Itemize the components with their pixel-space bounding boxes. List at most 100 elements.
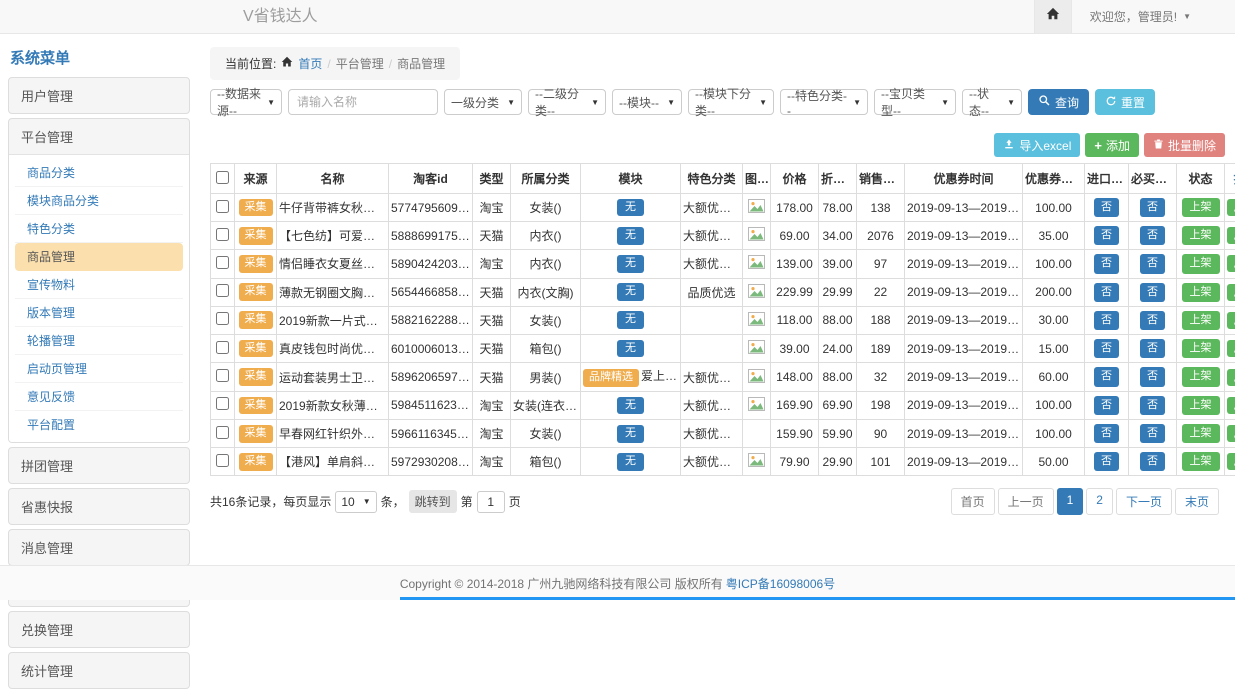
must-buy-toggle[interactable]: 否 xyxy=(1140,367,1165,386)
module-badge[interactable]: 无 xyxy=(617,425,644,443)
must-buy-toggle[interactable]: 否 xyxy=(1140,283,1165,302)
sidebar-item-拼团管理[interactable]: 拼团管理 xyxy=(9,448,189,483)
module-sub-category-select[interactable]: --模块下分类--▼ xyxy=(688,89,774,115)
status-button[interactable]: 上架 xyxy=(1182,339,1220,358)
import-select-toggle[interactable]: 否 xyxy=(1094,424,1119,443)
breadcrumb-home-link[interactable]: 首页 xyxy=(298,55,322,72)
per-page-select[interactable]: 10 ▼ xyxy=(335,491,376,513)
pager-1[interactable]: 1 xyxy=(1057,488,1084,515)
module-badge[interactable]: 无 xyxy=(617,199,644,217)
row-checkbox[interactable] xyxy=(216,228,229,241)
edit-button[interactable] xyxy=(1227,397,1235,414)
must-buy-toggle[interactable]: 否 xyxy=(1140,339,1165,358)
edit-button[interactable] xyxy=(1227,369,1235,386)
item-type-select[interactable]: --宝贝类型--▼ xyxy=(874,89,956,115)
import-select-toggle[interactable]: 否 xyxy=(1094,396,1119,415)
sidebar-item-省惠快报[interactable]: 省惠快报 xyxy=(9,489,189,524)
row-checkbox[interactable] xyxy=(216,454,229,467)
status-button[interactable]: 上架 xyxy=(1182,452,1220,471)
row-checkbox[interactable] xyxy=(216,426,229,439)
must-buy-toggle[interactable]: 否 xyxy=(1140,226,1165,245)
import-excel-button[interactable]: 导入excel xyxy=(994,133,1080,157)
module-badge[interactable]: 无 xyxy=(617,340,644,358)
breadcrumb-item-platform[interactable]: 平台管理 xyxy=(336,55,384,72)
sidebar-subitem-启动页管理[interactable]: 启动页管理 xyxy=(15,355,183,383)
module-badge[interactable]: 无 xyxy=(617,255,644,273)
edit-button[interactable] xyxy=(1227,312,1235,329)
row-checkbox[interactable] xyxy=(216,369,229,382)
search-button[interactable]: 查询 xyxy=(1028,89,1089,115)
pager-上一页[interactable]: 上一页 xyxy=(998,488,1054,515)
status-button[interactable]: 上架 xyxy=(1182,367,1220,386)
must-buy-toggle[interactable]: 否 xyxy=(1140,424,1165,443)
user-menu[interactable]: 欢迎您，管理员! ▼ xyxy=(1072,0,1235,33)
module-select[interactable]: --模块--▼ xyxy=(612,89,682,115)
module-badge[interactable]: 无 xyxy=(617,227,644,245)
sidebar-subitem-版本管理[interactable]: 版本管理 xyxy=(15,299,183,327)
edit-button[interactable] xyxy=(1227,340,1235,357)
edit-button[interactable] xyxy=(1227,425,1235,442)
must-buy-toggle[interactable]: 否 xyxy=(1140,452,1165,471)
import-select-toggle[interactable]: 否 xyxy=(1094,452,1119,471)
row-checkbox[interactable] xyxy=(216,256,229,269)
row-checkbox[interactable] xyxy=(216,200,229,213)
pager-首页[interactable]: 首页 xyxy=(951,488,995,515)
sidebar-subitem-商品管理[interactable]: 商品管理 xyxy=(15,243,183,271)
add-button[interactable]: + 添加 xyxy=(1085,133,1139,157)
sidebar-item-平台管理[interactable]: 平台管理 xyxy=(9,119,189,154)
must-buy-toggle[interactable]: 否 xyxy=(1140,254,1165,273)
edit-button[interactable] xyxy=(1227,453,1235,470)
edit-button[interactable] xyxy=(1227,255,1235,272)
module-badge[interactable]: 无 xyxy=(617,311,644,329)
import-select-toggle[interactable]: 否 xyxy=(1094,198,1119,217)
feature-category-select[interactable]: --特色分类--▼ xyxy=(780,89,868,115)
jump-button[interactable]: 跳转到 xyxy=(409,490,457,513)
row-checkbox[interactable] xyxy=(216,312,229,325)
icp-link[interactable]: 粤ICP备16098006号 xyxy=(726,575,835,592)
module-badge[interactable]: 无 xyxy=(617,397,644,415)
row-checkbox[interactable] xyxy=(216,284,229,297)
must-buy-toggle[interactable]: 否 xyxy=(1140,396,1165,415)
home-button[interactable] xyxy=(1034,0,1072,33)
pager-末页[interactable]: 末页 xyxy=(1175,488,1219,515)
import-select-toggle[interactable]: 否 xyxy=(1094,311,1119,330)
sidebar-item-用户管理[interactable]: 用户管理 xyxy=(9,78,189,113)
status-button[interactable]: 上架 xyxy=(1182,311,1220,330)
edit-button[interactable] xyxy=(1227,199,1235,216)
batch-delete-button[interactable]: 批量删除 xyxy=(1144,133,1225,157)
import-select-toggle[interactable]: 否 xyxy=(1094,226,1119,245)
status-button[interactable]: 上架 xyxy=(1182,424,1220,443)
sidebar-subitem-特色分类[interactable]: 特色分类 xyxy=(15,215,183,243)
status-button[interactable]: 上架 xyxy=(1182,396,1220,415)
sidebar-subitem-平台配置[interactable]: 平台配置 xyxy=(15,411,183,438)
module-badge[interactable]: 无 xyxy=(617,283,644,301)
import-select-toggle[interactable]: 否 xyxy=(1094,367,1119,386)
sidebar-subitem-模块商品分类[interactable]: 模块商品分类 xyxy=(15,187,183,215)
module-badge[interactable]: 品牌精选 xyxy=(583,369,639,387)
sidebar-subitem-轮播管理[interactable]: 轮播管理 xyxy=(15,327,183,355)
import-select-toggle[interactable]: 否 xyxy=(1094,254,1119,273)
edit-button[interactable] xyxy=(1227,284,1235,301)
must-buy-toggle[interactable]: 否 xyxy=(1140,311,1165,330)
import-select-toggle[interactable]: 否 xyxy=(1094,339,1119,358)
pager-下一页[interactable]: 下一页 xyxy=(1116,488,1172,515)
status-select[interactable]: --状态--▼ xyxy=(962,89,1022,115)
page-number-input[interactable] xyxy=(477,491,505,513)
status-button[interactable]: 上架 xyxy=(1182,198,1220,217)
import-select-toggle[interactable]: 否 xyxy=(1094,283,1119,302)
status-button[interactable]: 上架 xyxy=(1182,226,1220,245)
status-button[interactable]: 上架 xyxy=(1182,283,1220,302)
data-source-select[interactable]: --数据来源--▼ xyxy=(210,89,282,115)
name-input[interactable] xyxy=(288,89,438,115)
level2-category-select[interactable]: --二级分类--▼ xyxy=(528,89,606,115)
sidebar-item-消息管理[interactable]: 消息管理 xyxy=(9,530,189,565)
module-badge[interactable]: 无 xyxy=(617,453,644,471)
status-button[interactable]: 上架 xyxy=(1182,254,1220,273)
breadcrumb-item-goods[interactable]: 商品管理 xyxy=(397,55,445,72)
sidebar-item-兑换管理[interactable]: 兑换管理 xyxy=(9,612,189,647)
must-buy-toggle[interactable]: 否 xyxy=(1140,198,1165,217)
select-all-checkbox[interactable] xyxy=(216,171,229,184)
sidebar-subitem-意见反馈[interactable]: 意见反馈 xyxy=(15,383,183,411)
reset-button[interactable]: 重置 xyxy=(1095,89,1155,115)
sidebar-subitem-商品分类[interactable]: 商品分类 xyxy=(15,159,183,187)
